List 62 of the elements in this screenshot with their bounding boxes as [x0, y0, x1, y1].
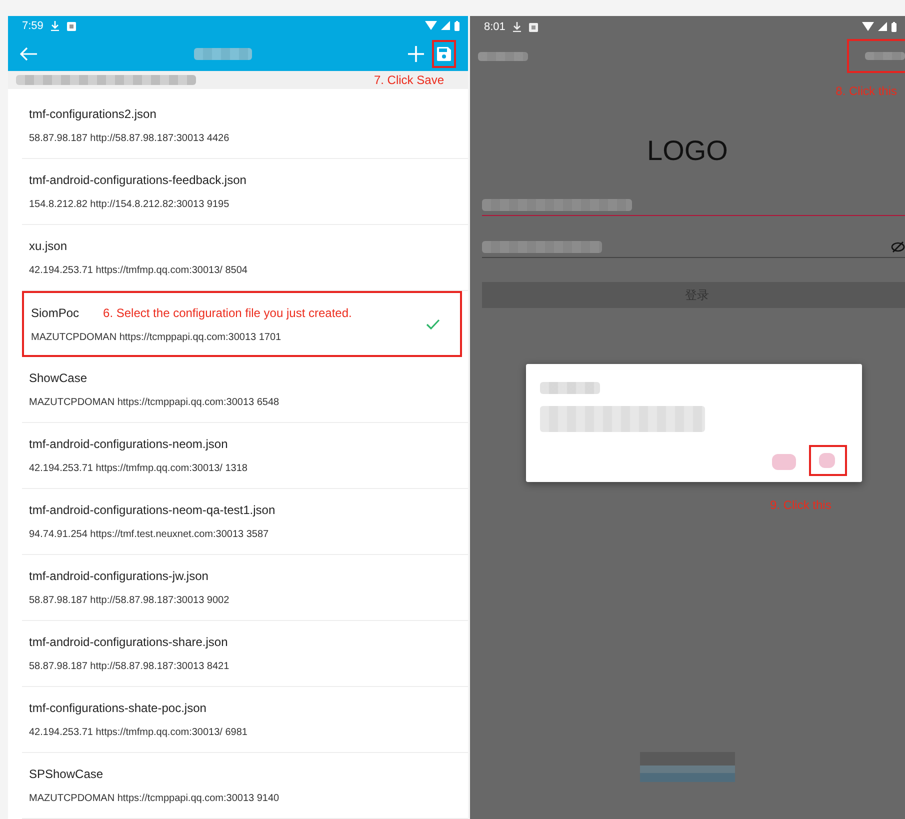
- wifi-icon: [425, 21, 437, 30]
- config-detail: 94.74.91.254 https://tmf.test.neuxnet.com:30013 3587: [29, 528, 270, 542]
- battery-icon: [891, 22, 897, 32]
- status-time: 8:01: [484, 20, 506, 35]
- config-detail: 58.87.98.187 http://58.87.98.187:30013 9002: [29, 594, 230, 608]
- config-item[interactable]: SPShowCase MAZUTCPDOMAN https://tcmppapi.qq.com:30013 9140: [22, 753, 468, 819]
- config-detail: 154.8.212.82 http://154.8.212.82:30013 9195: [29, 198, 230, 212]
- config-name: tmf-android-configurations-jw.json: [29, 568, 208, 585]
- download-icon: [513, 22, 522, 32]
- redacted-cancel-button[interactable]: [772, 454, 796, 470]
- wifi-icon: [862, 22, 874, 31]
- annotation-text: 8. Click this: [834, 83, 897, 100]
- config-item[interactable]: tmf-configurations-shate-poc.json 42.194.253.71 https://tmfmp.qq.com:30013/ 6981: [22, 687, 468, 753]
- annotation-text: 7. Click Save: [374, 72, 444, 89]
- notification-icon: [529, 22, 538, 32]
- config-name: tmf-configurations-shate-poc.json: [29, 700, 206, 717]
- config-name: SPShowCase: [29, 766, 104, 783]
- signal-icon: [878, 22, 887, 31]
- config-name: tmf-android-configurations-neom.json: [29, 436, 228, 453]
- checkmark-icon: [426, 318, 440, 330]
- annotation-text: 9. Click this: [770, 497, 832, 514]
- config-item[interactable]: tmf-configurations2.json 58.87.98.187 http://58.87.98.187:30013 4426: [22, 93, 468, 159]
- config-item[interactable]: tmf-android-configurations-neom.json 42.194.253.71 https://tmfmp.qq.com:30013/ 1318: [22, 423, 468, 489]
- back-arrow-icon: [20, 46, 38, 61]
- notification-icon: [67, 22, 76, 31]
- redacted-menu-button[interactable]: [847, 39, 905, 73]
- config-name: tmf-android-configurations-neom-qa-test1.json: [29, 502, 276, 519]
- config-name: tmf-configurations2.json: [29, 106, 156, 123]
- redacted-title: [194, 48, 252, 60]
- config-item[interactable]: SiomPoc 6. Select the configuration file you just created. MAZUTCPDOMAN https://tcmppapi.qq.com:30013 1701: [22, 291, 462, 357]
- config-name: ShowCase: [29, 370, 88, 387]
- config-name: tmf-android-configurations-feedback.json: [29, 172, 246, 189]
- config-detail: 42.194.253.71 https://tmfmp.qq.com:30013/ 6981: [29, 726, 248, 740]
- config-name: xu.json: [29, 238, 68, 255]
- download-icon: [51, 21, 60, 32]
- config-item[interactable]: tmf-android-configurations-jw.json 58.87.98.187 http://58.87.98.187:30013 9002: [22, 555, 468, 621]
- save-icon: [437, 46, 451, 61]
- redacted-confirm-button[interactable]: [809, 445, 847, 476]
- redacted-dialog-title: [540, 382, 600, 394]
- config-detail: 42.194.253.71 https://tmfmp.qq.com:30013/ 8504: [29, 264, 248, 278]
- config-item[interactable]: xu.json 42.194.253.71 https://tmfmp.qq.com:30013/ 8504: [22, 225, 468, 291]
- config-detail: MAZUTCPDOMAN https://tcmppapi.qq.com:30013 6548: [29, 396, 280, 410]
- config-detail: 58.87.98.187 http://58.87.98.187:30013 4426: [29, 132, 230, 146]
- annotation-text: 6. Select the configuration file you just created.: [103, 304, 352, 322]
- redacted-text: [478, 52, 528, 60]
- config-detail: MAZUTCPDOMAN https://tcmppapi.qq.com:30013 9140: [29, 792, 280, 806]
- config-detail: 42.194.253.71 https://tmfmp.qq.com:30013/ 1318: [29, 462, 248, 476]
- status-time: 7:59: [22, 19, 44, 34]
- config-item[interactable]: ShowCase MAZUTCPDOMAN https://tcmppapi.qq.com:30013 6548: [22, 357, 468, 423]
- config-name: tmf-android-configurations-share.json: [29, 634, 228, 651]
- logo-text: LOGO: [646, 134, 729, 168]
- config-item[interactable]: tmf-android-configurations-neom-qa-test1.json 94.74.91.254 https://tmf.test.neuxnet.com:30013 3587: [22, 489, 468, 555]
- config-detail: 58.87.98.187 http://58.87.98.187:30013 8421: [29, 660, 230, 674]
- signal-icon: [441, 21, 450, 30]
- battery-icon: [454, 21, 460, 32]
- config-item[interactable]: tmf-android-configurations-feedback.json 154.8.212.82 http://154.8.212.82:30013 9195: [22, 159, 468, 225]
- config-item[interactable]: tmf-android-configurations-share.json 58.87.98.187 http://58.87.98.187:30013 8421: [22, 621, 468, 687]
- save-button[interactable]: [432, 40, 456, 68]
- config-name: SiomPoc: [31, 304, 80, 322]
- config-detail: MAZUTCPDOMAN https://tcmppapi.qq.com:30013 1701: [31, 330, 282, 344]
- plus-icon: [408, 46, 424, 62]
- hidden-eye-icon[interactable]: [891, 241, 905, 253]
